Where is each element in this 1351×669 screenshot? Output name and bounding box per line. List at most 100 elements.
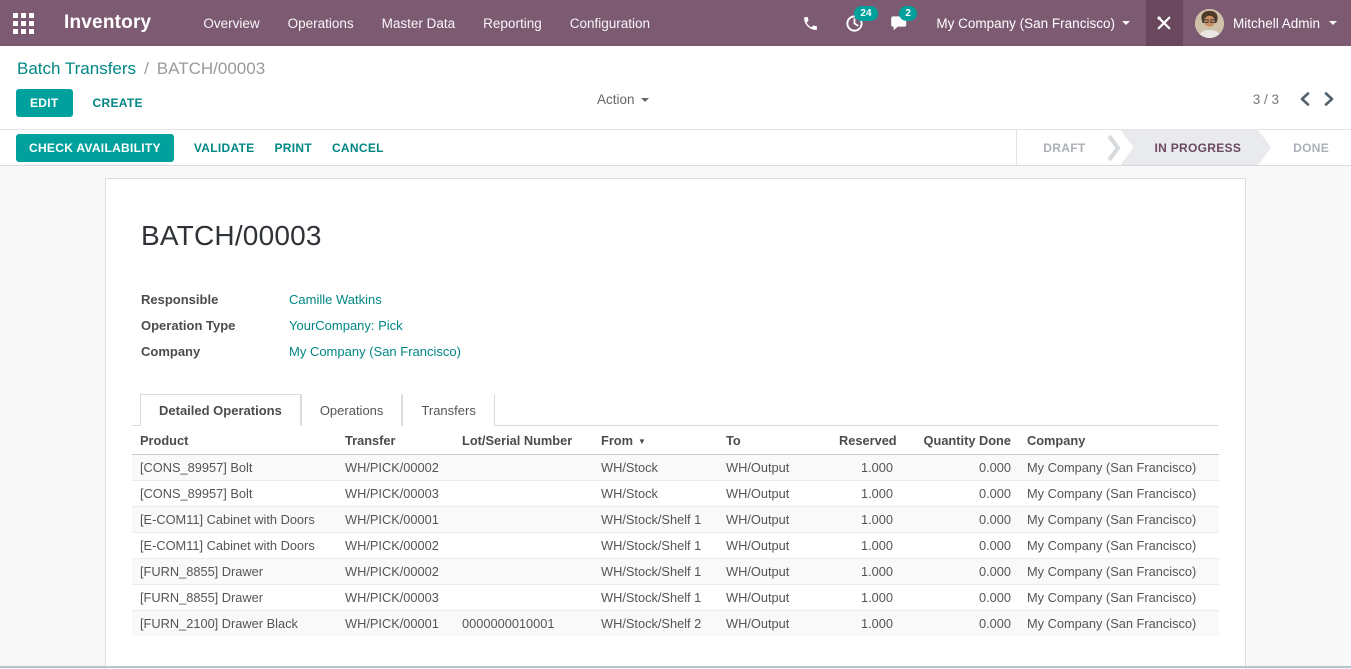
cell-lot-serial-number[interactable] bbox=[454, 455, 593, 481]
cell-product[interactable]: [FURN_2100] Drawer Black bbox=[132, 611, 337, 637]
menu-overview[interactable]: Overview bbox=[203, 16, 259, 31]
cell-transfer[interactable]: WH/PICK/00003 bbox=[337, 481, 454, 507]
column-header-lot-serial-number[interactable]: Lot/Serial Number bbox=[454, 426, 593, 455]
apps-menu-button[interactable] bbox=[0, 0, 46, 46]
cell-to[interactable]: WH/Output bbox=[718, 611, 831, 637]
cell-lot-serial-number[interactable]: 0000000010001 bbox=[454, 611, 593, 637]
cell-to[interactable]: WH/Output bbox=[718, 455, 831, 481]
status-step-in-progress[interactable]: IN PROGRESS bbox=[1120, 130, 1271, 165]
table-row[interactable]: [FURN_8855] DrawerWH/PICK/00002 WH/Stock/… bbox=[132, 559, 1219, 585]
cell-quantity-done[interactable]: 0.000 bbox=[901, 585, 1019, 611]
table-row[interactable]: [CONS_89957] BoltWH/PICK/00003 WH/StockWH… bbox=[132, 481, 1219, 507]
status-step-done[interactable]: DONE bbox=[1271, 130, 1351, 165]
table-row[interactable]: [E-COM11] Cabinet with DoorsWH/PICK/0000… bbox=[132, 507, 1219, 533]
action-menu-button[interactable]: Action bbox=[597, 92, 649, 107]
cell-product[interactable]: [CONS_89957] Bolt bbox=[132, 481, 337, 507]
voip-phone-button[interactable] bbox=[789, 0, 832, 46]
messages-button[interactable]: 2 bbox=[877, 0, 922, 46]
cell-from[interactable]: WH/Stock/Shelf 1 bbox=[593, 585, 718, 611]
cell-reserved[interactable]: 1.000 bbox=[831, 507, 901, 533]
cell-from[interactable]: WH/Stock/Shelf 1 bbox=[593, 507, 718, 533]
column-header-transfer[interactable]: Transfer bbox=[337, 426, 454, 455]
validate-button[interactable]: VALIDATE bbox=[194, 141, 255, 155]
menu-reporting[interactable]: Reporting bbox=[483, 16, 542, 31]
cell-to[interactable]: WH/Output bbox=[718, 533, 831, 559]
activities-button[interactable]: 24 bbox=[832, 0, 877, 46]
cell-quantity-done[interactable]: 0.000 bbox=[901, 455, 1019, 481]
pager-next-button[interactable] bbox=[1322, 90, 1337, 108]
check-availability-button[interactable]: CHECK AVAILABILITY bbox=[16, 134, 174, 162]
cell-company[interactable]: My Company (San Francisco) bbox=[1019, 611, 1219, 637]
user-menu[interactable]: Mitchell Admin bbox=[1183, 0, 1351, 46]
tab-detailed-operations[interactable]: Detailed Operations bbox=[140, 394, 301, 426]
cell-reserved[interactable]: 1.000 bbox=[831, 611, 901, 637]
cell-quantity-done[interactable]: 0.000 bbox=[901, 481, 1019, 507]
menu-master-data[interactable]: Master Data bbox=[382, 16, 456, 31]
cell-company[interactable]: My Company (San Francisco) bbox=[1019, 507, 1219, 533]
cell-to[interactable]: WH/Output bbox=[718, 481, 831, 507]
cell-company[interactable]: My Company (San Francisco) bbox=[1019, 455, 1219, 481]
cell-to[interactable]: WH/Output bbox=[718, 585, 831, 611]
column-header-reserved[interactable]: Reserved bbox=[831, 426, 901, 455]
cancel-button[interactable]: CANCEL bbox=[332, 141, 384, 155]
cell-from[interactable]: WH/Stock/Shelf 1 bbox=[593, 533, 718, 559]
cell-product[interactable]: [FURN_8855] Drawer bbox=[132, 559, 337, 585]
cell-reserved[interactable]: 1.000 bbox=[831, 585, 901, 611]
cell-from[interactable]: WH/Stock bbox=[593, 455, 718, 481]
pager-previous-button[interactable] bbox=[1297, 90, 1312, 108]
cell-transfer[interactable]: WH/PICK/00003 bbox=[337, 585, 454, 611]
cell-lot-serial-number[interactable] bbox=[454, 585, 593, 611]
cell-transfer[interactable]: WH/PICK/00002 bbox=[337, 455, 454, 481]
column-header-product[interactable]: Product bbox=[132, 426, 337, 455]
cell-to[interactable]: WH/Output bbox=[718, 507, 831, 533]
table-row[interactable]: [FURN_2100] Drawer BlackWH/PICK/00001000… bbox=[132, 611, 1219, 637]
tab-operations[interactable]: Operations bbox=[301, 394, 403, 426]
field-value-responsible[interactable]: Camille Watkins bbox=[289, 292, 601, 307]
cell-from[interactable]: WH/Stock bbox=[593, 481, 718, 507]
tab-transfers[interactable]: Transfers bbox=[402, 394, 494, 426]
cell-quantity-done[interactable]: 0.000 bbox=[901, 611, 1019, 637]
edit-button[interactable]: EDIT bbox=[16, 89, 73, 117]
cell-company[interactable]: My Company (San Francisco) bbox=[1019, 533, 1219, 559]
cell-product[interactable]: [CONS_89957] Bolt bbox=[132, 455, 337, 481]
column-header-company[interactable]: Company bbox=[1019, 426, 1219, 455]
cell-quantity-done[interactable]: 0.000 bbox=[901, 559, 1019, 585]
cell-reserved[interactable]: 1.000 bbox=[831, 533, 901, 559]
cell-to[interactable]: WH/Output bbox=[718, 559, 831, 585]
status-step-draft[interactable]: DRAFT bbox=[1021, 130, 1107, 165]
cell-quantity-done[interactable]: 0.000 bbox=[901, 533, 1019, 559]
cell-transfer[interactable]: WH/PICK/00002 bbox=[337, 559, 454, 585]
cell-reserved[interactable]: 1.000 bbox=[831, 481, 901, 507]
cell-reserved[interactable]: 1.000 bbox=[831, 455, 901, 481]
field-value-company[interactable]: My Company (San Francisco) bbox=[289, 344, 601, 359]
field-value-operation-type[interactable]: YourCompany: Pick bbox=[289, 318, 601, 333]
cell-from[interactable]: WH/Stock/Shelf 1 bbox=[593, 559, 718, 585]
cell-from[interactable]: WH/Stock/Shelf 2 bbox=[593, 611, 718, 637]
column-header-to[interactable]: To bbox=[718, 426, 831, 455]
cell-lot-serial-number[interactable] bbox=[454, 507, 593, 533]
cell-reserved[interactable]: 1.000 bbox=[831, 559, 901, 585]
developer-tools-button[interactable] bbox=[1146, 0, 1183, 46]
cell-transfer[interactable]: WH/PICK/00001 bbox=[337, 507, 454, 533]
create-button[interactable]: CREATE bbox=[93, 96, 143, 110]
menu-operations[interactable]: Operations bbox=[288, 16, 354, 31]
cell-product[interactable]: [E-COM11] Cabinet with Doors bbox=[132, 533, 337, 559]
cell-lot-serial-number[interactable] bbox=[454, 481, 593, 507]
cell-company[interactable]: My Company (San Francisco) bbox=[1019, 481, 1219, 507]
print-button[interactable]: PRINT bbox=[274, 141, 312, 155]
cell-product[interactable]: [E-COM11] Cabinet with Doors bbox=[132, 507, 337, 533]
app-name[interactable]: Inventory bbox=[64, 12, 151, 34]
column-header-quantity-done[interactable]: Quantity Done bbox=[901, 426, 1019, 455]
cell-company[interactable]: My Company (San Francisco) bbox=[1019, 559, 1219, 585]
cell-transfer[interactable]: WH/PICK/00002 bbox=[337, 533, 454, 559]
cell-lot-serial-number[interactable] bbox=[454, 533, 593, 559]
table-row[interactable]: [E-COM11] Cabinet with DoorsWH/PICK/0000… bbox=[132, 533, 1219, 559]
company-switcher[interactable]: My Company (San Francisco) bbox=[922, 0, 1146, 46]
cell-lot-serial-number[interactable] bbox=[454, 559, 593, 585]
cell-transfer[interactable]: WH/PICK/00001 bbox=[337, 611, 454, 637]
breadcrumb-parent[interactable]: Batch Transfers bbox=[17, 59, 136, 79]
table-row[interactable]: [CONS_89957] BoltWH/PICK/00002 WH/StockWH… bbox=[132, 455, 1219, 481]
menu-configuration[interactable]: Configuration bbox=[570, 16, 650, 31]
cell-product[interactable]: [FURN_8855] Drawer bbox=[132, 585, 337, 611]
cell-company[interactable]: My Company (San Francisco) bbox=[1019, 585, 1219, 611]
